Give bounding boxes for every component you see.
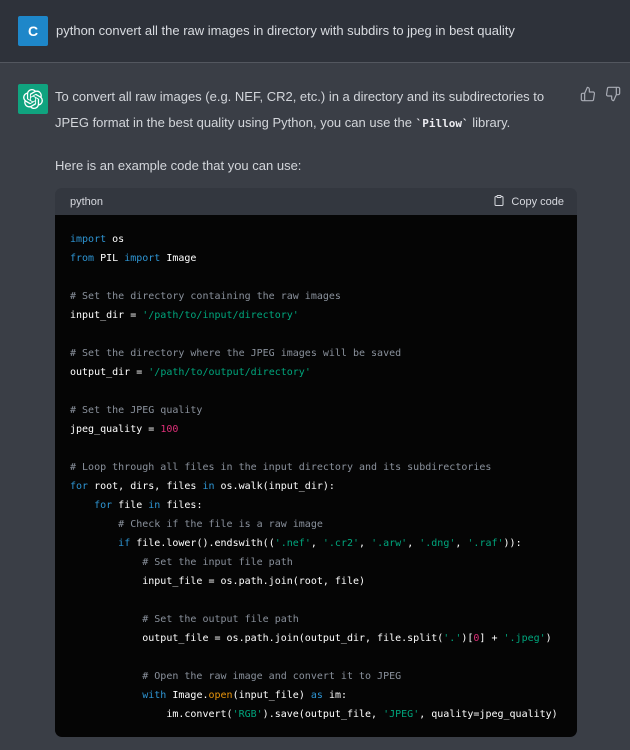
code-line: for file in files: (70, 496, 567, 515)
code-line: input_dir = '/path/to/input/directory' (70, 306, 567, 325)
clipboard-icon (493, 194, 505, 210)
code-line: # Set the JPEG quality (70, 401, 567, 420)
user-message-row: C python convert all the raw images in d… (0, 0, 630, 63)
code-line: jpeg_quality = 100 (70, 420, 567, 439)
code-line: # Check if the file is a raw image (70, 515, 567, 534)
user-message-text: python convert all the raw images in dir… (56, 16, 515, 46)
inline-code-pillow: `Pillow` (416, 117, 469, 130)
code-line (70, 591, 567, 610)
assistant-paragraph-1: To convert all raw images (e.g. NEF, CR2… (55, 84, 571, 137)
code-block: python Copy code import osfrom PIL impor… (55, 188, 577, 737)
code-line (70, 325, 567, 344)
code-line: output_file = os.path.join(output_dir, f… (70, 629, 567, 648)
copy-code-label: Copy code (511, 196, 564, 208)
code-line (70, 648, 567, 667)
assistant-message-row: To convert all raw images (e.g. NEF, CR2… (0, 63, 630, 750)
code-body: import osfrom PIL import Image # Set the … (55, 215, 577, 737)
code-line (70, 268, 567, 287)
paragraph-text: library. (469, 115, 511, 130)
code-line: input_file = os.path.join(root, file) (70, 572, 567, 591)
copy-code-button[interactable]: Copy code (493, 194, 564, 210)
code-line: # Set the directory containing the raw i… (70, 287, 567, 306)
assistant-paragraph-2: Here is an example code that you can use… (55, 153, 571, 179)
user-message-content: python convert all the raw images in dir… (56, 16, 515, 46)
code-line: from PIL import Image (70, 249, 567, 268)
code-line: with Image.open(input_file) as im: (70, 686, 567, 705)
code-line (70, 439, 567, 458)
openai-logo-icon (23, 89, 43, 109)
assistant-message-content: To convert all raw images (e.g. NEF, CR2… (55, 84, 577, 737)
code-line: # Set the directory where the JPEG image… (70, 344, 567, 363)
code-line: for root, dirs, files in os.walk(input_d… (70, 477, 567, 496)
code-line: # Set the input file path (70, 553, 567, 572)
code-language-label: python (70, 196, 103, 208)
chat-page: C python convert all the raw images in d… (0, 0, 630, 750)
feedback-buttons (580, 85, 622, 102)
code-line: output_dir = '/path/to/output/directory' (70, 363, 567, 382)
thumbs-down-icon (605, 86, 622, 102)
code-block-header: python Copy code (55, 188, 577, 215)
thumbs-up-button[interactable] (580, 85, 597, 102)
thumbs-down-button[interactable] (605, 85, 622, 102)
code-line: # Set the output file path (70, 610, 567, 629)
chatgpt-avatar (18, 84, 48, 114)
code-line: # Loop through all files in the input di… (70, 458, 567, 477)
code-line (70, 382, 567, 401)
code-line: # Open the raw image and convert it to J… (70, 667, 567, 686)
code-line: im.convert('RGB').save(output_file, 'JPE… (70, 705, 567, 724)
thumbs-up-icon (580, 86, 597, 102)
user-avatar: C (18, 16, 48, 46)
code-line: if file.lower().endswith(('.nef', '.cr2'… (70, 534, 567, 553)
code-line: import os (70, 230, 567, 249)
